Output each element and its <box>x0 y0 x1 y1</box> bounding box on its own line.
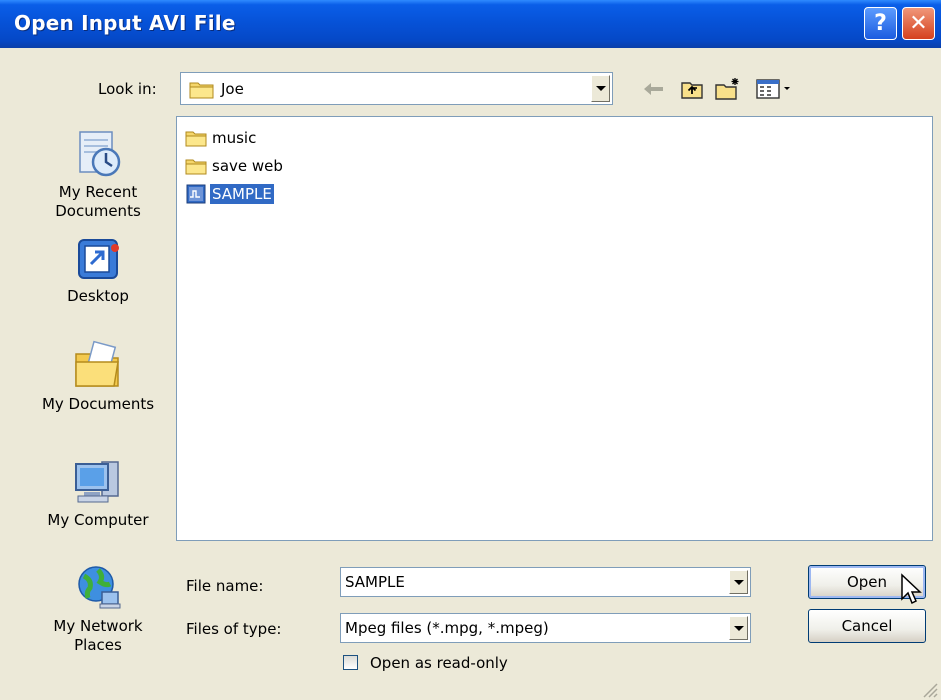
back-arrow-icon <box>644 83 663 95</box>
file-name-input[interactable]: SAMPLE <box>345 573 405 591</box>
files-of-type-dropdown-button[interactable] <box>729 616 748 640</box>
look-in-dropdown-button[interactable] <box>591 75 610 102</box>
views-menu-button[interactable] <box>752 76 798 102</box>
file-name: music <box>212 129 257 147</box>
file-name-dropdown-button[interactable] <box>729 570 748 594</box>
look-in-label: Look in: <box>98 80 157 98</box>
place-desktop[interactable]: Desktop <box>28 236 168 306</box>
title-bar[interactable]: Open Input AVI File ? ✕ <box>0 0 941 48</box>
chevron-down-icon <box>733 579 744 585</box>
folder-icon <box>185 131 207 147</box>
place-label: Documents <box>55 202 141 220</box>
file-name-combo[interactable]: SAMPLE <box>340 567 751 597</box>
place-label: Desktop <box>67 287 129 305</box>
files-of-type-value: Mpeg files (*.mpg, *.mpeg) <box>345 619 549 637</box>
mouse-cursor-icon <box>901 573 922 605</box>
place-label: My Network <box>53 617 143 635</box>
place-label: My Computer <box>47 511 149 529</box>
files-of-type-select[interactable]: Mpeg files (*.mpg, *.mpeg) <box>340 613 751 643</box>
resize-grip-icon[interactable] <box>920 680 938 698</box>
new-folder-icon <box>715 78 739 100</box>
place-label: My Documents <box>41 395 155 413</box>
my-computer-icon <box>75 461 119 503</box>
up-folder-icon <box>681 82 703 99</box>
close-button[interactable]: ✕ <box>902 7 935 40</box>
open-button-label: Open <box>846 573 888 591</box>
cancel-button-label: Cancel <box>841 617 893 635</box>
network-places-icon <box>78 566 121 609</box>
place-my-computer[interactable]: My Computer <box>28 456 168 530</box>
media-file-icon <box>186 184 206 204</box>
help-button[interactable]: ? <box>864 7 897 40</box>
look-in-combo[interactable]: Joe <box>180 72 613 105</box>
list-item-selected[interactable]: SAMPLE <box>185 183 274 205</box>
back-button[interactable] <box>640 76 668 102</box>
cancel-button[interactable]: Cancel <box>808 609 926 643</box>
files-of-type-label: Files of type: <box>186 620 282 638</box>
place-label: Places <box>74 636 122 654</box>
recent-documents-icon <box>79 131 121 177</box>
help-icon: ? <box>874 11 887 36</box>
list-item[interactable]: music <box>185 127 258 149</box>
chevron-down-icon <box>733 625 744 631</box>
place-my-network-places[interactable]: My Network Places <box>28 562 168 655</box>
desktop-icon <box>78 239 119 279</box>
window-title: Open Input AVI File <box>14 11 236 35</box>
folder-icon <box>185 159 207 175</box>
place-label: My Recent <box>58 183 138 201</box>
folder-icon <box>189 82 214 99</box>
look-in-value: Joe <box>221 80 244 98</box>
up-one-level-button[interactable] <box>678 76 706 102</box>
file-name: SAMPLE <box>210 184 274 204</box>
views-menu-icon <box>756 79 790 99</box>
close-icon: ✕ <box>909 11 928 36</box>
read-only-label[interactable]: Open as read-only <box>370 654 508 672</box>
list-item[interactable]: save web <box>185 155 285 177</box>
file-name-label: File name: <box>186 577 264 595</box>
read-only-checkbox[interactable] <box>343 655 358 670</box>
file-list[interactable]: music save web SAMPLE <box>176 116 933 541</box>
place-my-documents[interactable]: My Documents <box>28 340 168 414</box>
file-name: save web <box>212 157 283 175</box>
my-documents-icon <box>75 340 119 387</box>
create-new-folder-button[interactable] <box>712 76 744 102</box>
chevron-down-icon <box>595 86 606 91</box>
place-my-recent-documents[interactable]: My Recent Documents <box>28 128 168 221</box>
